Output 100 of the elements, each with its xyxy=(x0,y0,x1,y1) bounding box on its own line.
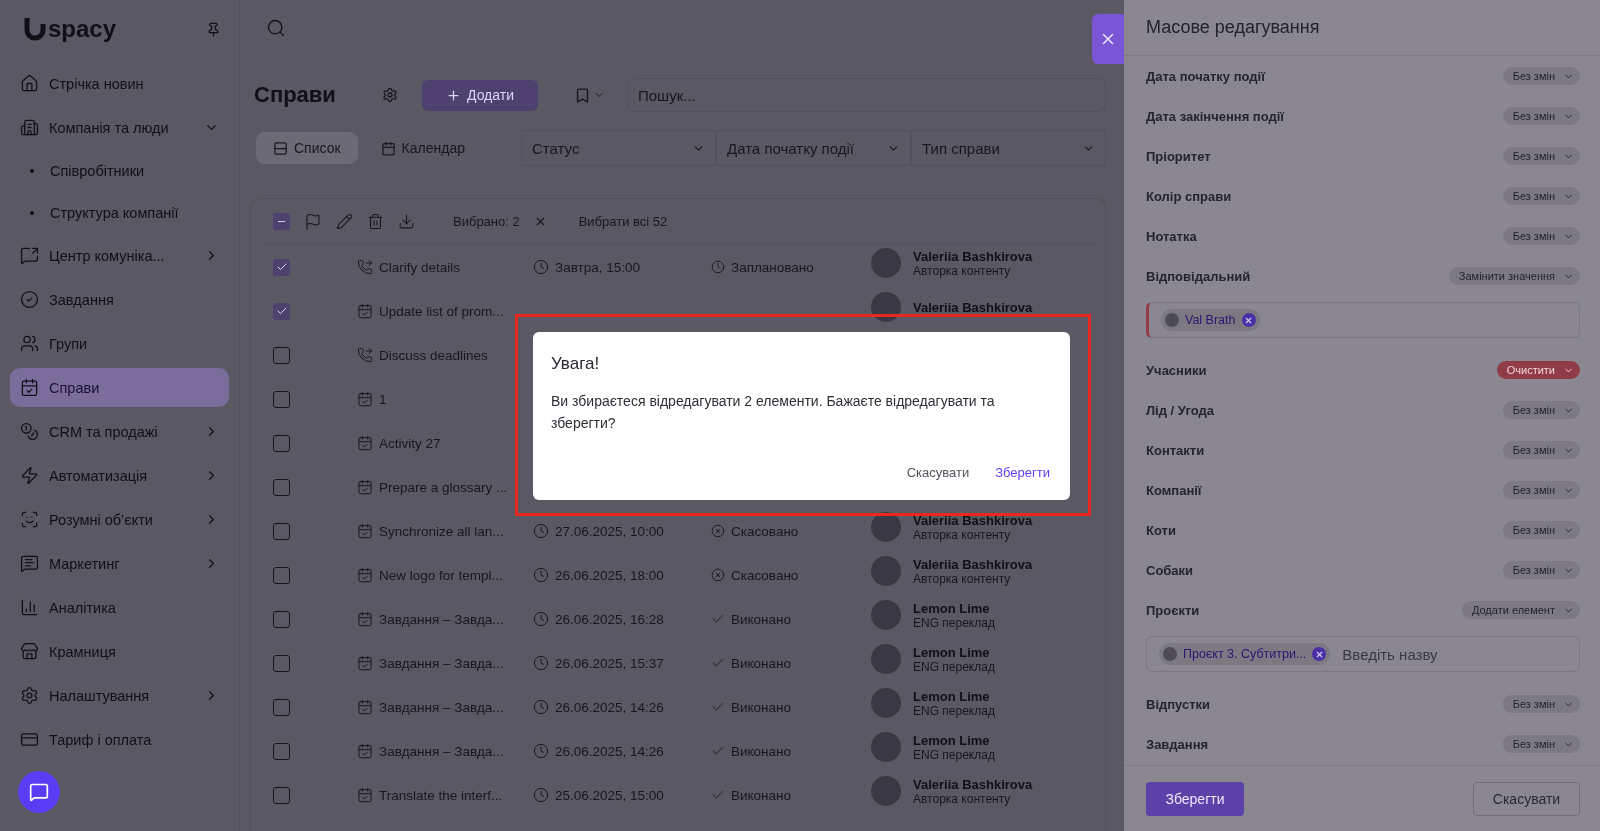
nav-icon xyxy=(20,118,39,137)
activity-title[interactable]: New logo for templ... xyxy=(357,567,533,583)
action-dropdown[interactable]: Без змін xyxy=(1502,481,1580,499)
remove-icon[interactable] xyxy=(1312,647,1327,661)
person-name: Valeriia Bashkirova xyxy=(913,248,1033,264)
edit-icon[interactable] xyxy=(336,213,353,230)
nav-item[interactable]: Налаштування xyxy=(10,676,229,715)
nav-item[interactable]: Аналітика xyxy=(10,588,229,627)
view-tab[interactable]: Календар xyxy=(363,132,482,164)
cancel-button[interactable]: Скасувати xyxy=(904,461,972,484)
select-all-link[interactable]: Вибрати всі 52 xyxy=(578,214,668,229)
activity-title[interactable]: Завдання – Завда... xyxy=(357,743,533,759)
action-dropdown[interactable]: Без змін xyxy=(1502,67,1580,85)
row-checkbox[interactable] xyxy=(273,478,290,496)
row-checkbox[interactable] xyxy=(273,654,290,672)
remove-icon[interactable] xyxy=(1241,313,1256,327)
action-dropdown[interactable]: Без змін xyxy=(1502,401,1580,419)
download-icon[interactable] xyxy=(398,213,415,230)
activity-title[interactable]: Activity 27 xyxy=(357,435,533,451)
confirm-button[interactable]: Зберегти xyxy=(993,461,1052,484)
nav-item[interactable]: Компанія та люди xyxy=(10,108,229,147)
action-dropdown[interactable]: Замінити значення xyxy=(1448,267,1580,285)
flag-icon[interactable] xyxy=(304,212,322,231)
nav-icon xyxy=(20,378,39,397)
nav-item[interactable]: Тариф і оплата xyxy=(10,720,229,759)
status-cell: Скасовано xyxy=(711,567,871,583)
activity-title[interactable]: Translate the interf... xyxy=(357,787,533,803)
nav-item[interactable]: Крамниця xyxy=(10,632,229,671)
name-input[interactable]: Введіть назву xyxy=(1340,644,1579,664)
activity-title[interactable]: Завдання – Завда... xyxy=(357,699,533,715)
bookmark-icon xyxy=(574,86,591,104)
row-checkbox[interactable] xyxy=(273,390,290,408)
view-tab[interactable]: Список xyxy=(256,132,358,164)
action-dropdown[interactable]: Без змін xyxy=(1502,187,1580,205)
filter-dropdown[interactable]: Тип справи xyxy=(911,130,1106,166)
nav-item[interactable]: Справи xyxy=(10,368,229,407)
action-dropdown[interactable]: Без змін xyxy=(1502,441,1580,459)
nav-item[interactable]: Маркетинг xyxy=(10,544,229,583)
calendar-icon xyxy=(357,435,373,451)
search-icon[interactable] xyxy=(266,18,286,38)
filter-dropdown[interactable]: Статус xyxy=(521,130,716,166)
person-name: Valeriia Bashkirova xyxy=(913,776,1033,792)
select-all-checkbox[interactable] xyxy=(273,213,290,230)
clock-icon xyxy=(533,259,549,275)
person-role: ENG переклад xyxy=(913,747,995,762)
close-button[interactable] xyxy=(1092,14,1124,64)
row-checkbox[interactable] xyxy=(273,566,290,584)
date-cell: Завтра, 15:00 xyxy=(533,259,711,275)
nav-item[interactable]: Стрічка новин xyxy=(10,64,229,103)
action-dropdown[interactable]: Додати елемент xyxy=(1461,601,1580,619)
field-label: Проєкти xyxy=(1146,602,1200,618)
delete-icon[interactable] xyxy=(367,213,384,230)
action-dropdown[interactable]: Без змін xyxy=(1502,147,1580,165)
nav-item[interactable]: Розумні об’єкти xyxy=(10,500,229,539)
action-dropdown[interactable]: Без змін xyxy=(1502,107,1580,125)
activity-title[interactable]: Clarify details xyxy=(357,259,533,275)
activity-title[interactable]: Завдання – Завда... xyxy=(357,655,533,671)
row-checkbox[interactable] xyxy=(273,346,290,364)
nav-subitem[interactable]: Співробітники xyxy=(10,152,229,189)
activity-title[interactable]: 1 xyxy=(357,391,533,407)
action-dropdown[interactable]: Без змін xyxy=(1502,695,1580,713)
avatar xyxy=(871,776,901,806)
nav-item[interactable]: Автоматизація xyxy=(10,456,229,495)
pin-icon[interactable] xyxy=(206,21,221,37)
row-checkbox[interactable] xyxy=(273,258,290,276)
cancel-button[interactable]: Скасувати xyxy=(1473,781,1580,816)
nav-icon xyxy=(20,510,39,529)
settings-icon[interactable] xyxy=(382,87,398,103)
nav-item[interactable]: Завдання xyxy=(10,280,229,319)
activity-title[interactable]: Update list of prom... xyxy=(357,303,533,319)
field-label: Дата початку події xyxy=(1146,68,1265,84)
row-checkbox[interactable] xyxy=(273,786,290,804)
row-checkbox[interactable] xyxy=(273,610,290,628)
add-button[interactable]: Додати xyxy=(422,79,538,111)
nav-item[interactable]: Центр комуніка... xyxy=(10,236,229,275)
action-dropdown[interactable]: Без змін xyxy=(1502,227,1580,245)
action-dropdown[interactable]: Без змін xyxy=(1502,561,1580,579)
row-checkbox[interactable] xyxy=(273,742,290,760)
action-dropdown[interactable]: Без змін xyxy=(1502,735,1580,753)
nav-item[interactable]: Групи xyxy=(10,324,229,363)
chat-button[interactable] xyxy=(18,771,60,813)
picker-field[interactable]: Проєкт 3. Субтитри... Введіть назву xyxy=(1146,636,1580,672)
picker-field[interactable]: Val Brath xyxy=(1146,302,1580,338)
row-checkbox[interactable] xyxy=(273,434,290,452)
person-role: ENG переклад xyxy=(913,615,995,630)
activity-title[interactable]: Synchronize all lan... xyxy=(357,523,533,539)
search-field[interactable]: Пошук... xyxy=(627,78,1106,112)
nav-subitem[interactable]: Структура компанії xyxy=(10,194,229,231)
activity-title[interactable]: Завдання – Завда... xyxy=(357,611,533,627)
row-checkbox[interactable] xyxy=(273,522,290,540)
activity-title[interactable]: Prepare a glossary ... xyxy=(357,479,533,495)
nav-item[interactable]: CRM та продажі xyxy=(10,412,229,451)
save-button[interactable]: Зберегти xyxy=(1146,781,1244,816)
row-checkbox[interactable] xyxy=(273,302,290,320)
action-dropdown[interactable]: Очистити xyxy=(1496,361,1580,379)
activity-title[interactable]: Discuss deadlines xyxy=(357,347,533,363)
selected-chip: Проєкт 3. Субтитри... xyxy=(1159,643,1331,665)
filter-dropdown[interactable]: Дата початку події xyxy=(716,130,911,166)
action-dropdown[interactable]: Без змін xyxy=(1502,521,1580,539)
row-checkbox[interactable] xyxy=(273,698,290,716)
